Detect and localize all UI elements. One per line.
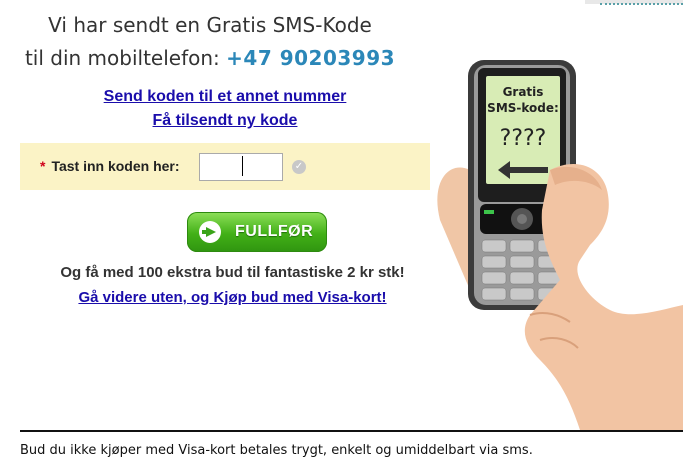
- fullfor-button[interactable]: FULLFØR: [187, 212, 327, 252]
- heading-line-1: Vi har sendt en Gratis SMS-Kode: [48, 13, 372, 37]
- arrow-right-icon: [199, 221, 221, 243]
- required-star: *: [40, 158, 46, 174]
- visa-purchase-link[interactable]: Gå videre uten, og Kjøp bud med Visa-kor…: [0, 289, 465, 306]
- hand-holding-phone-illustration: Gratis SMS-kode: ????: [437, 60, 683, 430]
- promo-text: Og få med 100 ekstra bud til fantastiske…: [60, 264, 405, 281]
- code-label: * Tast inn koden her:: [40, 158, 180, 174]
- code-entry-box: * Tast inn koden her: ✓: [20, 143, 430, 190]
- footer-text: Bud du ikke kjøper med Visa-kort betales…: [20, 443, 533, 458]
- phone-screen-line-3: ????: [500, 126, 547, 151]
- send-to-other-number-link[interactable]: Send koden til et annet nummer: [0, 88, 450, 106]
- check-icon: ✓: [292, 160, 306, 174]
- phone-screen-line-2: SMS-kode:: [487, 101, 559, 115]
- top-dotted-line: [600, 3, 683, 5]
- phone-number: +47 90203993: [226, 46, 396, 70]
- heading-line-2: til din mobiltelefon: +47 90203993: [0, 46, 420, 70]
- fullfor-button-label: FULLFØR: [235, 223, 314, 240]
- code-input[interactable]: [199, 153, 283, 181]
- resend-code-link[interactable]: Få tilsendt ny kode: [0, 112, 450, 130]
- phone-screen-line-1: Gratis: [503, 85, 544, 99]
- heading-prefix: til din mobiltelefon:: [24, 46, 220, 70]
- code-label-text: Tast inn koden her:: [51, 158, 180, 174]
- footer-divider: [20, 430, 683, 432]
- text-cursor: [242, 156, 243, 176]
